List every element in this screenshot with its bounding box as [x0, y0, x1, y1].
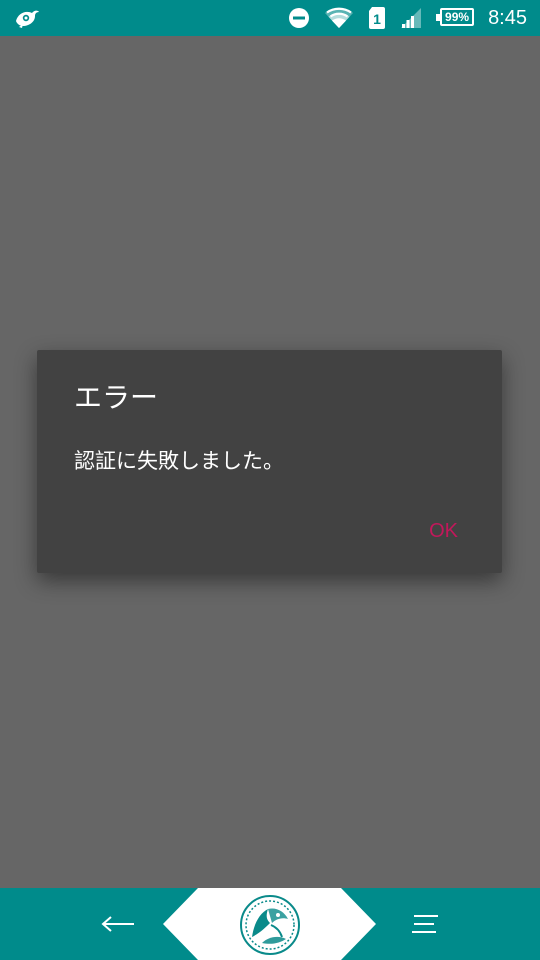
- do-not-disturb-icon: [289, 8, 310, 28]
- clock: 8:45: [488, 7, 527, 29]
- battery-icon: 99%: [436, 8, 476, 28]
- wifi-icon: [325, 7, 354, 28]
- status-bar: 1 99% 8:45: [0, 0, 540, 36]
- battery-percent: 99%: [445, 10, 470, 24]
- menu-lines-icon[interactable]: [404, 908, 444, 940]
- screen: 1 99% 8:45 エラー 認証に失敗しました。 OK: [0, 0, 540, 960]
- svg-text:1: 1: [373, 11, 381, 27]
- status-icons: 1 99% 8:45: [288, 0, 540, 36]
- error-dialog: エラー 認証に失敗しました。 OK: [37, 350, 502, 573]
- signal-icon: [401, 8, 422, 28]
- dialog-title: エラー: [74, 381, 159, 414]
- dialog-message: 認証に失敗しました。: [74, 449, 284, 473]
- bird-logo-icon: [16, 10, 39, 28]
- navigation-bar: [0, 888, 540, 960]
- sim-1-icon: 1: [369, 7, 386, 29]
- back-arrow-icon[interactable]: [96, 908, 140, 940]
- ok-button[interactable]: OK: [425, 514, 462, 548]
- home-emblem-icon[interactable]: [238, 893, 302, 957]
